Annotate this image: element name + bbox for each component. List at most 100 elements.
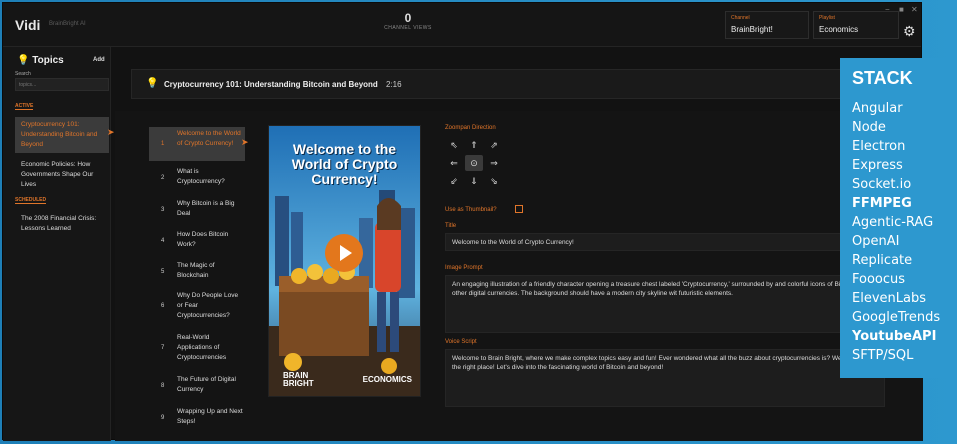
scene-selected-arrow-icon: ➤: [241, 137, 249, 147]
play-icon[interactable]: [325, 234, 363, 272]
scene-item[interactable]: 2 What is Cryptocurrency?: [149, 165, 245, 195]
thumbnail-brand: BRAIN BRIGHT: [283, 372, 314, 388]
close-icon[interactable]: ✕: [911, 5, 918, 14]
stack-item: Socket.io: [852, 177, 912, 192]
scene-label: Wrapping Up and Next Steps!: [177, 408, 243, 425]
image-prompt-label: Image Prompt: [445, 265, 483, 271]
scene-thumbnail[interactable]: Welcome to the World of Crypto Currency!…: [268, 125, 421, 397]
channel-views: 0 CHANNEL VIEWS: [363, 11, 453, 31]
stack-item: OpenAI: [852, 234, 900, 249]
thumbnail-title-line: Currency!: [311, 171, 378, 187]
arrow-up-right-icon[interactable]: ⇗: [485, 137, 503, 153]
topics-title-label: Topics: [32, 55, 64, 66]
scene-number: 7: [161, 345, 165, 351]
scene-number: 3: [161, 207, 165, 213]
scene-label: Welcome to the World of Crypto Currency!: [177, 130, 241, 147]
scene-item[interactable]: 9 Wrapping Up and Next Steps!: [149, 405, 245, 435]
channel-views-label: CHANNEL VIEWS: [384, 25, 432, 31]
channel-select[interactable]: Channel BrainBright!: [725, 11, 809, 39]
stack-item: Angular: [852, 101, 903, 116]
use-thumbnail-label: Use as Thumbnail?: [445, 207, 497, 213]
active-section-label: ACTIVE: [15, 103, 34, 110]
channel-value: BrainBright!: [731, 25, 773, 34]
search-input[interactable]: topics...: [15, 78, 109, 91]
brand-line: BRIGHT: [283, 379, 314, 388]
topic-duration: 2:16: [386, 80, 402, 89]
center-target-icon[interactable]: ⊙: [465, 155, 483, 171]
stack-title: STACK: [852, 68, 913, 88]
image-prompt-field[interactable]: An engaging illustration of a friendly c…: [445, 275, 885, 333]
scene-number: 2: [161, 175, 165, 181]
stack-item: Agentic-RAG: [852, 215, 934, 230]
arrow-left-icon[interactable]: ⇐: [445, 155, 463, 171]
arrow-up-icon[interactable]: ⇑: [465, 137, 483, 153]
arrow-right-icon[interactable]: ⇒: [485, 155, 503, 171]
scene-label: Real-World Applications of Cryptocurrenc…: [177, 334, 227, 361]
zoompan-label: Zoompan Direction: [445, 125, 496, 131]
gear-icon[interactable]: ⚙: [903, 23, 916, 40]
scene-label: The Future of Digital Currency: [177, 376, 236, 393]
arrow-down-right-icon[interactable]: ⇘: [485, 173, 503, 189]
stack-item: Replicate: [852, 253, 913, 268]
scene-number: 5: [161, 269, 165, 275]
lightbulb-icon: 💡: [146, 78, 159, 89]
topic-item-active[interactable]: Cryptocurrency 101: Understanding Bitcoi…: [15, 117, 109, 153]
scene-number: 6: [161, 303, 165, 309]
search-label: Search: [15, 71, 31, 77]
topics-sidebar: 💡 Topics Add Search topics... ACTIVE Cry…: [3, 47, 115, 441]
stack-item: Node: [852, 120, 886, 135]
scheduled-section-label: SCHEDULED: [15, 197, 47, 204]
title-field[interactable]: Welcome to the World of Crypto Currency!: [445, 233, 875, 251]
stack-item: FFMPEG: [852, 196, 912, 211]
scene-item[interactable]: 7 Real-World Applications of Cryptocurren…: [149, 331, 245, 369]
topic-title: Cryptocurrency 101: Understanding Bitcoi…: [164, 80, 378, 89]
scene-item[interactable]: 3 Why Bitcoin is a Big Deal: [149, 197, 245, 227]
scene-item[interactable]: 5 The Magic of Blockchain: [149, 259, 245, 289]
add-topic-button[interactable]: Add: [93, 57, 105, 63]
stack-item: Express: [852, 158, 903, 173]
use-thumbnail-checkbox[interactable]: [515, 205, 523, 213]
title-label: Title: [445, 223, 457, 229]
stack-item: Electron: [852, 139, 906, 154]
channel-caption: Channel: [731, 15, 750, 21]
scene-label: Why Bitcoin is a Big Deal: [177, 200, 235, 217]
stack-item: Fooocus: [852, 272, 906, 287]
scene-number: 4: [161, 238, 165, 244]
scene-number: 8: [161, 383, 165, 389]
main-panel: 💡 Cryptocurrency 101: Understanding Bitc…: [115, 47, 923, 441]
stack-item: GoogleTrends: [852, 310, 941, 325]
arrow-up-left-icon[interactable]: ⇖: [445, 137, 463, 153]
scene-item[interactable]: 4 How Does Bitcoin Work?: [149, 228, 245, 258]
scene-label: The Magic of Blockchain: [177, 262, 215, 279]
stack-item: SFTP/SQL: [852, 348, 914, 363]
app-window: Vidi BrainBright AI 0 CHANNEL VIEWS Chan…: [2, 2, 923, 441]
thumbnail-title-line: Welcome to the: [292, 141, 397, 157]
scene-editor: 1 Welcome to the World of Crypto Currency…: [115, 111, 923, 441]
topic-item[interactable]: Economic Policies: How Governments Shape…: [15, 157, 109, 193]
scene-item[interactable]: 6 Why Do People Love or Fear Cryptocurren…: [149, 289, 245, 327]
stack-panel: STACK Angular Node Electron Express Socket.i…: [840, 58, 957, 378]
scene-number: 1: [161, 141, 165, 147]
zoompan-direction-pad: ⇖ ⇑ ⇗ ⇐ ⊙ ⇒ ⇙ ⇓ ⇘: [445, 137, 507, 191]
scene-label: Why Do People Love or Fear Cryptocurrenc…: [177, 292, 239, 319]
app-subtitle: BrainBright AI: [49, 21, 86, 27]
voice-script-field[interactable]: Welcome to Brain Bright, where we make c…: [445, 349, 885, 407]
lightbulb-icon: 💡: [17, 55, 30, 66]
scene-label: What is Cryptocurrency?: [177, 168, 225, 185]
playlist-select[interactable]: Playlist Economics: [813, 11, 899, 39]
arrow-down-icon[interactable]: ⇓: [465, 173, 483, 189]
scene-item[interactable]: 8 The Future of Digital Currency: [149, 373, 245, 403]
thumbnail-category: ECONOMICS: [362, 375, 412, 384]
scene-item-active[interactable]: 1 Welcome to the World of Crypto Currency…: [149, 127, 245, 161]
stack-item: ElevenLabs: [852, 291, 926, 306]
arrow-down-left-icon[interactable]: ⇙: [445, 173, 463, 189]
topic-item-scheduled[interactable]: The 2008 Financial Crisis: Lessons Learn…: [15, 211, 109, 237]
playlist-caption: Playlist: [819, 15, 835, 21]
app-logo: Vidi: [15, 17, 41, 33]
selected-arrow-icon: ➤: [107, 127, 115, 137]
topic-header: 💡 Cryptocurrency 101: Understanding Bitc…: [131, 69, 911, 99]
stack-item: YoutubeAPI: [852, 329, 937, 344]
minimize-icon[interactable]: −: [885, 5, 890, 14]
thumbnail-title-line: World of Crypto: [291, 156, 398, 172]
maximize-icon[interactable]: ■: [899, 5, 904, 14]
